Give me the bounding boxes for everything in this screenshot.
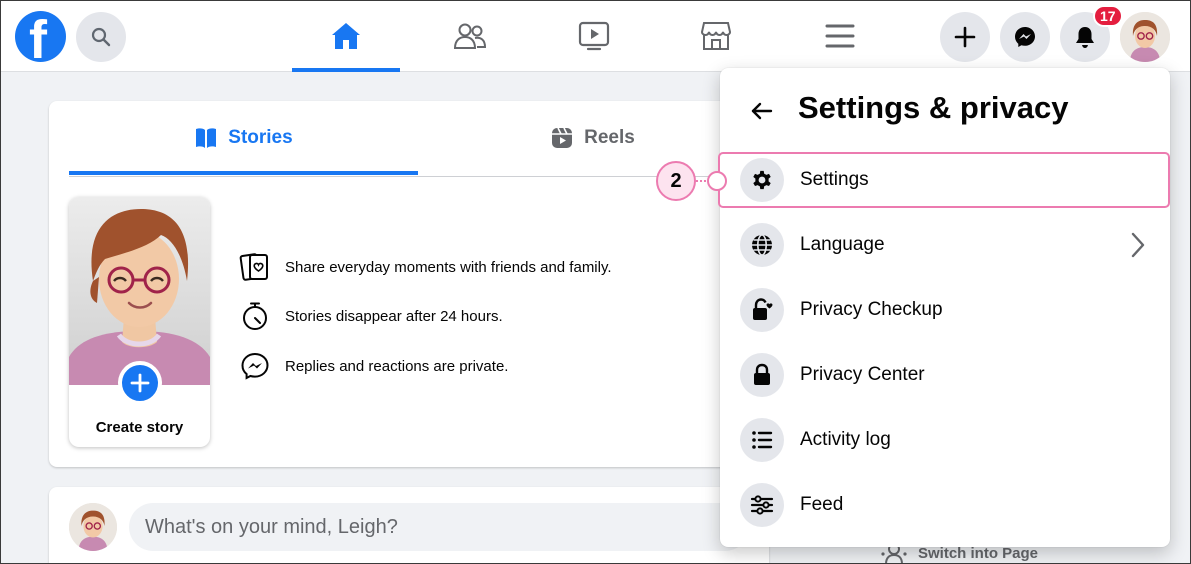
account-avatar[interactable] [1120, 12, 1170, 62]
back-button[interactable] [744, 93, 780, 129]
reels-icon [552, 127, 573, 148]
menu-item-privacy-checkup[interactable]: Privacy Checkup [720, 282, 1170, 338]
menu-item-label: Feed [800, 494, 844, 515]
stories-info-private-text: Replies and reactions are private. [285, 357, 509, 375]
settings-privacy-menu: Settings & privacy Settings Language Pri… [718, 68, 1170, 547]
nav-friends-tab[interactable] [416, 0, 524, 72]
menu-item-label: Privacy Checkup [800, 299, 943, 320]
menu-item-activity-log[interactable]: Activity log [720, 412, 1170, 468]
story-cards-icon [239, 253, 268, 281]
create-story-plus-button[interactable] [118, 361, 162, 405]
menu-item-icon-wrap [740, 223, 784, 267]
create-story-card[interactable]: Create story [69, 197, 210, 447]
menu-title: Settings & privacy [798, 90, 1069, 125]
search-icon [91, 27, 111, 47]
tab-stories-label: Stories [228, 127, 293, 148]
marketplace-icon [700, 22, 732, 50]
menu-item-label: Settings [800, 169, 869, 190]
tab-reels-label: Reels [584, 127, 635, 148]
avatar-illustration [69, 503, 117, 551]
step-number-marker: 2 [656, 161, 696, 201]
sliders-icon [750, 495, 774, 515]
tab-reels[interactable]: Reels [418, 101, 767, 175]
menu-item-language[interactable]: Language [720, 217, 1170, 273]
menu-item-privacy-center[interactable]: Privacy Center [720, 347, 1170, 403]
top-navigation-bar: f 17 [0, 0, 1191, 72]
create-story-label: Create story [95, 419, 184, 436]
menu-item-icon-wrap [740, 353, 784, 397]
menu-item-icon-wrap [740, 158, 784, 202]
stories-card: Stories Reels Create story Share everyda… [49, 101, 769, 467]
chevron-right-icon [1131, 232, 1145, 258]
search-button[interactable] [76, 12, 126, 62]
gear-icon [753, 170, 771, 190]
nav-menu-tab[interactable] [786, 0, 894, 72]
stories-info-private: Replies and reactions are private. [239, 351, 508, 381]
stories-info-disappear: Stories disappear after 24 hours. [239, 301, 503, 331]
create-story-photo [69, 197, 210, 385]
stories-info-share-text: Share everyday moments with friends and … [285, 258, 612, 276]
avatar-illustration [1120, 12, 1170, 62]
list-icon [752, 431, 773, 449]
messenger-icon [1015, 27, 1035, 47]
menu-item-icon-wrap [740, 288, 784, 332]
composer-avatar[interactable] [69, 503, 117, 551]
home-icon [332, 23, 360, 49]
switch-into-page-label: Switch into Page [918, 544, 1039, 562]
book-icon [196, 128, 217, 148]
notification-count-badge: 17 [1093, 5, 1123, 27]
watch-icon [578, 21, 610, 51]
friends-icon [453, 23, 487, 49]
stopwatch-icon [243, 302, 267, 330]
post-composer-card: What's on your mind, Leigh? [49, 487, 769, 564]
nav-marketplace-tab[interactable] [662, 0, 770, 72]
create-story-avatar-illustration [69, 209, 210, 385]
menu-item-label: Activity log [800, 429, 891, 450]
lock-icon [754, 363, 770, 385]
plus-icon [954, 26, 976, 48]
lock-heart-icon [753, 298, 773, 320]
nav-watch-tab[interactable] [540, 0, 648, 72]
hamburger-menu-icon [825, 24, 855, 48]
bell-icon [1076, 27, 1094, 48]
create-button[interactable] [940, 12, 990, 62]
menu-item-label: Language [800, 234, 885, 255]
stories-info-disappear-text: Stories disappear after 24 hours. [285, 307, 503, 325]
menu-item-icon-wrap [740, 483, 784, 527]
messenger-outline-icon [241, 352, 269, 380]
menu-item-feed[interactable]: Feed [720, 477, 1170, 533]
step-connector-dot [707, 171, 727, 191]
globe-icon [752, 234, 772, 256]
nav-home-tab[interactable] [292, 0, 400, 72]
facebook-logo[interactable]: f [15, 11, 66, 62]
plus-icon [130, 373, 150, 393]
messenger-button[interactable] [1000, 12, 1050, 62]
composer-input[interactable]: What's on your mind, Leigh? [129, 503, 749, 551]
menu-item-label: Privacy Center [800, 364, 925, 385]
menu-item-icon-wrap [740, 418, 784, 462]
stories-info-share: Share everyday moments with friends and … [239, 252, 612, 282]
tab-stories[interactable]: Stories [69, 101, 418, 175]
facebook-logo-letter: f [29, 11, 47, 62]
menu-item-settings[interactable]: Settings [718, 152, 1170, 208]
back-arrow-icon [751, 102, 773, 120]
